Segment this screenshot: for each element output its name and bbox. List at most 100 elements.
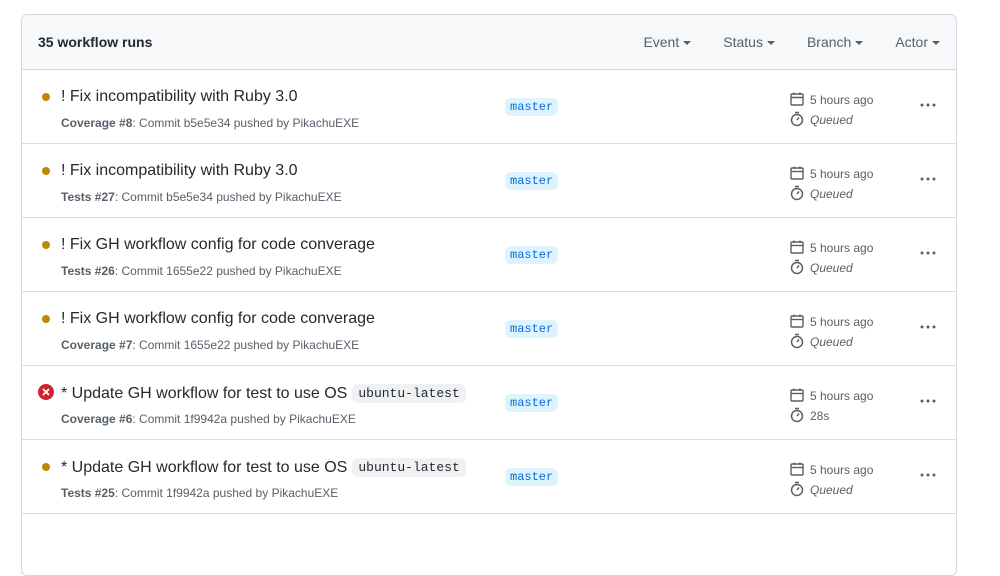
queued-status-icon [42, 463, 50, 471]
calendar-icon [789, 165, 810, 184]
run-title-link[interactable]: ! Fix GH workflow config for code conver… [61, 310, 375, 328]
run-date: 5 hours ago [789, 460, 899, 480]
status-filter-label: Status [723, 34, 763, 50]
branch-filter[interactable]: Branch [807, 34, 864, 50]
stopwatch-icon [789, 259, 810, 278]
run-title-link[interactable]: ! Fix incompatibility with Ruby 3.0 [61, 162, 298, 180]
more-options-icon[interactable] [919, 244, 937, 262]
run-title-link[interactable]: * Update GH workflow for test to use OS u… [61, 458, 466, 477]
queued-status-icon [42, 315, 50, 323]
workflow-run-id[interactable]: Coverage #6 [61, 412, 132, 426]
run-meta: Tests #25: Commit 1f9942a pushed by Pika… [61, 486, 338, 500]
stopwatch-icon [789, 333, 810, 352]
run-timing: 5 hours ago Queued [789, 90, 899, 130]
run-title-text: ! Fix incompatibility with Ruby 3.0 [61, 162, 298, 179]
branch-badge[interactable]: master [505, 98, 559, 116]
event-filter[interactable]: Event [643, 34, 692, 50]
run-row[interactable]: ! Fix GH workflow config for code conver… [22, 218, 956, 292]
caret-down-icon [855, 41, 864, 45]
workflow-run-id[interactable]: Coverage #7 [61, 338, 132, 352]
run-row[interactable]: ! Fix incompatibility with Ruby 3.0 Cover… [22, 70, 956, 144]
calendar-icon [789, 461, 810, 480]
queued-status-icon [42, 93, 50, 101]
run-title-text: ! Fix incompatibility with Ruby 3.0 [61, 88, 298, 105]
title-code: ubuntu-latest [352, 384, 466, 403]
run-duration: Queued [789, 480, 899, 500]
run-title-link[interactable]: ! Fix GH workflow config for code conver… [61, 236, 375, 254]
actor-filter-label: Actor [895, 34, 928, 50]
run-meta: Coverage #7: Commit 1655e22 pushed by Pi… [61, 338, 359, 352]
workflow-run-id[interactable]: Tests #26 [61, 264, 115, 278]
caret-down-icon [766, 41, 775, 45]
run-meta: Tests #27: Commit b5e5e34 pushed by Pika… [61, 190, 342, 204]
caret-down-icon [683, 41, 692, 45]
run-time-text: 5 hours ago [810, 463, 874, 477]
run-date: 5 hours ago [789, 386, 899, 406]
commit-info: : Commit 1f9942a pushed by PikachuEXE [114, 486, 339, 500]
branch-badge[interactable]: master [505, 394, 559, 412]
status-filter[interactable]: Status [723, 34, 775, 50]
run-duration-text: 28s [810, 409, 830, 423]
queued-status-icon [42, 241, 50, 249]
branch-badge[interactable]: master [505, 468, 559, 486]
more-options-icon[interactable] [919, 466, 937, 484]
run-title-link[interactable]: * Update GH workflow for test to use OS u… [61, 384, 466, 403]
run-row[interactable]: * Update GH workflow for test to use OS u… [22, 440, 956, 514]
calendar-icon [789, 91, 810, 110]
actor-filter[interactable]: Actor [895, 34, 940, 50]
run-date: 5 hours ago [789, 312, 899, 332]
workflow-run-id[interactable]: Tests #27 [61, 190, 115, 204]
queued-status-icon [42, 167, 50, 175]
run-timing: 5 hours ago Queued [789, 460, 899, 500]
workflow-run-id[interactable]: Coverage #8 [61, 116, 132, 130]
stopwatch-icon [789, 185, 810, 204]
run-meta: Coverage #8: Commit b5e5e34 pushed by Pi… [61, 116, 359, 130]
run-row[interactable]: * Update GH workflow for test to use OS u… [22, 366, 956, 440]
run-duration: Queued [789, 110, 899, 130]
calendar-icon [789, 239, 810, 258]
caret-down-icon [932, 41, 940, 45]
run-date: 5 hours ago [789, 238, 899, 258]
more-options-icon[interactable] [919, 392, 937, 410]
stopwatch-icon [789, 111, 810, 130]
commit-info: : Commit 1f9942a pushed by PikachuEXE [132, 412, 356, 426]
filter-bar: Event Status Branch Actor [611, 34, 940, 50]
commit-info: : Commit 1655e22 pushed by PikachuEXE [114, 264, 342, 278]
run-duration-text: Queued [810, 483, 853, 497]
run-title-text: * Update GH workflow for test to use OS [61, 384, 348, 402]
commit-info: : Commit b5e5e34 pushed by PikachuEXE [114, 190, 342, 204]
branch-badge[interactable]: master [505, 320, 559, 338]
workflow-runs-box: 35 workflow runs Event Status Branch Act… [21, 14, 957, 576]
run-duration-text: Queued [810, 335, 853, 349]
run-date: 5 hours ago [789, 164, 899, 184]
run-timing: 5 hours ago 28s [789, 386, 899, 426]
calendar-icon [789, 313, 810, 332]
run-duration: 28s [789, 406, 899, 426]
run-time-text: 5 hours ago [810, 389, 874, 403]
run-title-text: ! Fix GH workflow config for code conver… [61, 310, 375, 327]
run-duration: Queued [789, 258, 899, 278]
run-meta: Coverage #6: Commit 1f9942a pushed by Pi… [61, 412, 356, 426]
run-duration-text: Queued [810, 187, 853, 201]
run-row[interactable]: ! Fix GH workflow config for code conver… [22, 292, 956, 366]
title-code: ubuntu-latest [352, 458, 466, 477]
branch-badge[interactable]: master [505, 172, 559, 190]
run-duration-text: Queued [810, 113, 853, 127]
run-timing: 5 hours ago Queued [789, 164, 899, 204]
run-time-text: 5 hours ago [810, 315, 874, 329]
more-options-icon[interactable] [919, 170, 937, 188]
run-row[interactable]: ! Fix incompatibility with Ruby 3.0 Tests… [22, 144, 956, 218]
run-duration-text: Queued [810, 261, 853, 275]
run-time-text: 5 hours ago [810, 167, 874, 181]
more-options-icon[interactable] [919, 318, 937, 336]
branch-badge[interactable]: master [505, 246, 559, 264]
run-title-link[interactable]: ! Fix incompatibility with Ruby 3.0 [61, 88, 298, 106]
commit-info: : Commit b5e5e34 pushed by PikachuEXE [132, 116, 360, 130]
workflow-run-id[interactable]: Tests #25 [61, 486, 115, 500]
run-time-text: 5 hours ago [810, 241, 874, 255]
more-options-icon[interactable] [919, 96, 937, 114]
run-duration: Queued [789, 184, 899, 204]
run-list: ! Fix incompatibility with Ruby 3.0 Cover… [22, 70, 956, 514]
run-timing: 5 hours ago Queued [789, 238, 899, 278]
failure-icon [38, 384, 54, 400]
